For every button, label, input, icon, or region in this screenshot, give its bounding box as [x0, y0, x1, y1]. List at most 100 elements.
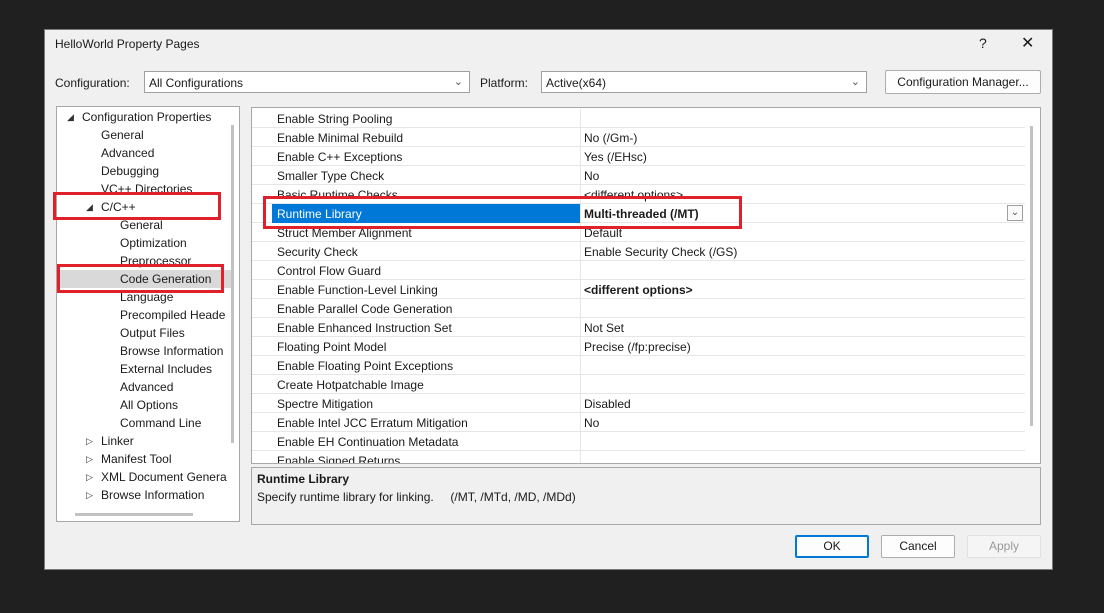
close-icon[interactable]: ✕ — [1021, 33, 1034, 53]
property-row[interactable]: Enable Function-Level Linking <different … — [252, 280, 1025, 299]
property-name: Control Flow Guard — [277, 264, 382, 278]
property-value: Enable Security Check (/GS) — [584, 245, 738, 259]
tree-item-label: Precompiled Heade — [120, 308, 226, 322]
tree-item[interactable]: Output Files — [120, 324, 185, 342]
tree-horizontal-scrollbar[interactable] — [75, 513, 193, 516]
property-row[interactable]: Create Hotpatchable Image — [252, 375, 1025, 394]
tree-item-label: XML Document Genera — [101, 470, 227, 484]
tree-item[interactable]: Optimization — [120, 234, 187, 252]
tree-item[interactable]: Browse Information — [120, 342, 223, 360]
tree-item[interactable]: Advanced — [120, 378, 173, 396]
property-name: Enable String Pooling — [277, 112, 393, 126]
property-row[interactable]: Smaller Type Check No — [252, 166, 1025, 185]
column-separator — [580, 375, 581, 394]
property-row[interactable]: Enable Intel JCC Erratum Mitigation No — [252, 413, 1025, 432]
platform-value: Active(x64) — [546, 76, 607, 90]
platform-label: Platform: — [480, 76, 529, 90]
property-name: Spectre Mitigation — [277, 397, 374, 411]
property-value: Precise (/fp:precise) — [584, 340, 691, 354]
tree-item-label: Debugging — [101, 164, 160, 178]
property-row[interactable]: Enable C++ Exceptions Yes (/EHsc) — [252, 147, 1025, 166]
property-grid: Enable String Pooling Enable Minimal Rebu… — [251, 107, 1041, 464]
tree-item[interactable]: Configuration Properties — [82, 108, 211, 126]
chevron-down-icon: ⌄ — [453, 76, 463, 88]
configuration-manager-button[interactable]: Configuration Manager... — [885, 70, 1041, 94]
description-text: Specify runtime library for linking. (/M… — [257, 490, 576, 504]
dropdown-chevron-icon[interactable]: ⌄ — [1007, 205, 1023, 221]
property-row[interactable]: Spectre Mitigation Disabled — [252, 394, 1025, 413]
help-button[interactable]: ? — [979, 35, 987, 51]
property-value: No (/Gm-) — [584, 131, 638, 145]
property-name: Enable C++ Exceptions — [277, 150, 403, 164]
tree-item-label: Optimization — [120, 236, 187, 250]
tree-item[interactable]: Advanced — [101, 144, 154, 162]
property-row[interactable]: Enable Enhanced Instruction Set Not Set — [252, 318, 1025, 337]
column-separator — [580, 356, 581, 375]
property-row[interactable]: Enable Parallel Code Generation — [252, 299, 1025, 318]
tree-item-label: Browse Information — [120, 344, 224, 358]
property-row[interactable]: Security Check Enable Security Check (/GS… — [252, 242, 1025, 261]
tree-vertical-scrollbar[interactable] — [231, 125, 234, 443]
column-separator — [580, 318, 581, 337]
property-name: Enable Function-Level Linking — [277, 283, 438, 297]
cancel-button[interactable]: Cancel — [881, 535, 955, 558]
expanded-arrow-icon[interactable]: ◢ — [67, 112, 74, 123]
tree-item-label: Command Line — [120, 416, 202, 430]
column-separator — [580, 147, 581, 166]
highlight-box-cpp — [53, 192, 221, 220]
property-row[interactable]: Enable Minimal Rebuild No (/Gm-) — [252, 128, 1025, 147]
tree-item[interactable]: General — [101, 126, 144, 144]
property-name: Enable Enhanced Instruction Set — [277, 321, 452, 335]
tree-item[interactable]: Browse Information — [101, 486, 204, 504]
column-separator — [580, 109, 581, 128]
property-value: Disabled — [584, 397, 631, 411]
property-row[interactable]: Enable String Pooling — [252, 109, 1025, 128]
category-tree: Configuration Properties ◢ General Advanced… — [56, 106, 240, 522]
collapsed-arrow-icon[interactable]: ▷ — [86, 436, 93, 447]
column-separator — [580, 413, 581, 432]
property-name: Smaller Type Check — [277, 169, 385, 183]
property-name: Enable EH Continuation Metadata — [277, 435, 459, 449]
column-separator — [580, 451, 581, 463]
description-title: Runtime Library — [257, 472, 350, 486]
property-name: Enable Intel JCC Erratum Mitigation — [277, 416, 468, 430]
property-row[interactable]: Floating Point Model Precise (/fp:precise… — [252, 337, 1025, 356]
column-separator — [580, 242, 581, 261]
property-name: Enable Signed Returns — [277, 454, 401, 464]
property-row[interactable]: Control Flow Guard — [252, 261, 1025, 280]
tree-item-label: Manifest Tool — [101, 452, 172, 466]
tree-item[interactable]: All Options — [120, 396, 178, 414]
tree-item-label: General — [120, 218, 163, 232]
tree-item-label: General — [101, 128, 144, 142]
tree-item[interactable]: Precompiled Heade — [120, 306, 225, 324]
platform-select[interactable]: Active(x64) ⌄ — [541, 71, 867, 93]
collapsed-arrow-icon[interactable]: ▷ — [86, 472, 93, 483]
collapsed-arrow-icon[interactable]: ▷ — [86, 454, 93, 465]
tree-item[interactable]: Debugging — [101, 162, 159, 180]
property-value: <different options> — [584, 283, 693, 297]
ok-button[interactable]: OK — [795, 535, 869, 558]
property-row[interactable]: Enable Signed Returns — [252, 451, 1025, 464]
column-separator — [580, 394, 581, 413]
configuration-select[interactable]: All Configurations ⌄ — [144, 71, 470, 93]
property-row[interactable]: Enable EH Continuation Metadata — [252, 432, 1025, 451]
tree-item-label: Linker — [101, 434, 134, 448]
chevron-down-icon: ⌄ — [850, 76, 860, 88]
tree-item[interactable]: External Includes — [120, 360, 212, 378]
tree-item[interactable]: Command Line — [120, 414, 201, 432]
column-separator — [580, 280, 581, 299]
collapsed-arrow-icon[interactable]: ▷ — [86, 490, 93, 501]
property-row[interactable]: Enable Floating Point Exceptions — [252, 356, 1025, 375]
tree-item[interactable]: Linker — [101, 432, 134, 450]
column-separator — [580, 166, 581, 185]
tree-item[interactable]: Manifest Tool — [101, 450, 171, 468]
tree-item[interactable]: XML Document Genera — [101, 468, 227, 486]
tree-item-label: All Options — [120, 398, 179, 412]
grid-vertical-scrollbar[interactable] — [1030, 126, 1033, 426]
property-name: Floating Point Model — [277, 340, 387, 354]
property-name: Enable Parallel Code Generation — [277, 302, 453, 316]
property-name: Enable Floating Point Exceptions — [277, 359, 454, 373]
apply-button[interactable]: Apply — [967, 535, 1041, 558]
tree-item-label: External Includes — [120, 362, 213, 376]
column-separator — [580, 299, 581, 318]
